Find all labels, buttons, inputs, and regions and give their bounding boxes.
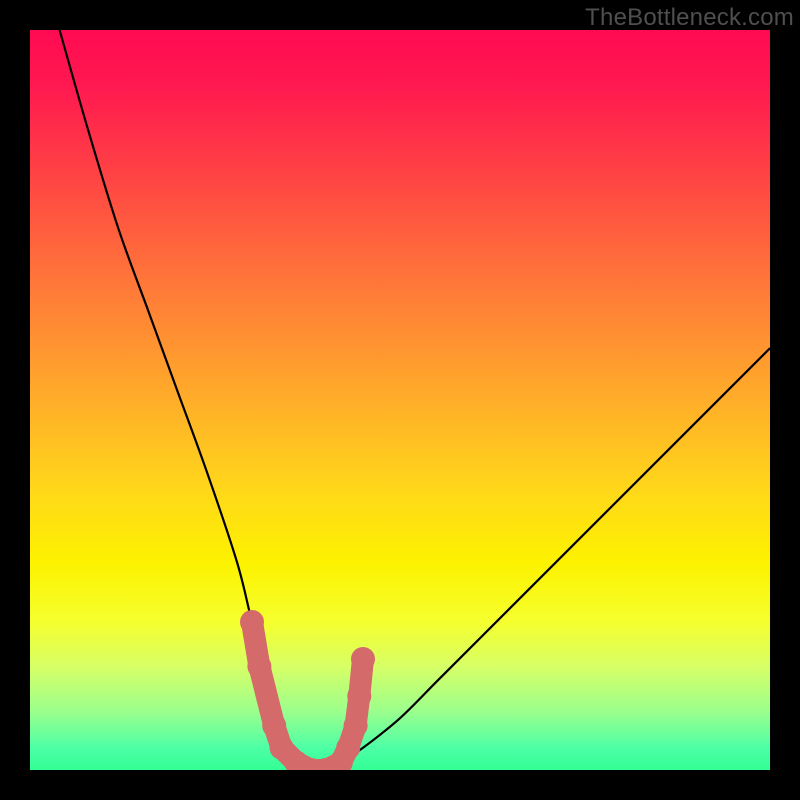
curve-svg — [30, 30, 770, 770]
highlighted-point — [336, 736, 360, 760]
highlighted-point — [247, 654, 271, 678]
highlighted-point — [347, 684, 371, 708]
watermark-text: TheBottleneck.com — [585, 4, 794, 32]
highlighted-point — [344, 714, 368, 738]
highlighted-point — [262, 714, 286, 738]
highlighted-point — [240, 610, 264, 634]
plot-area — [30, 30, 770, 770]
chart-frame: TheBottleneck.com — [0, 0, 800, 800]
highlighted-point — [351, 647, 375, 671]
bottleneck-curve-path — [60, 30, 770, 770]
highlighted-points-group — [240, 610, 375, 770]
